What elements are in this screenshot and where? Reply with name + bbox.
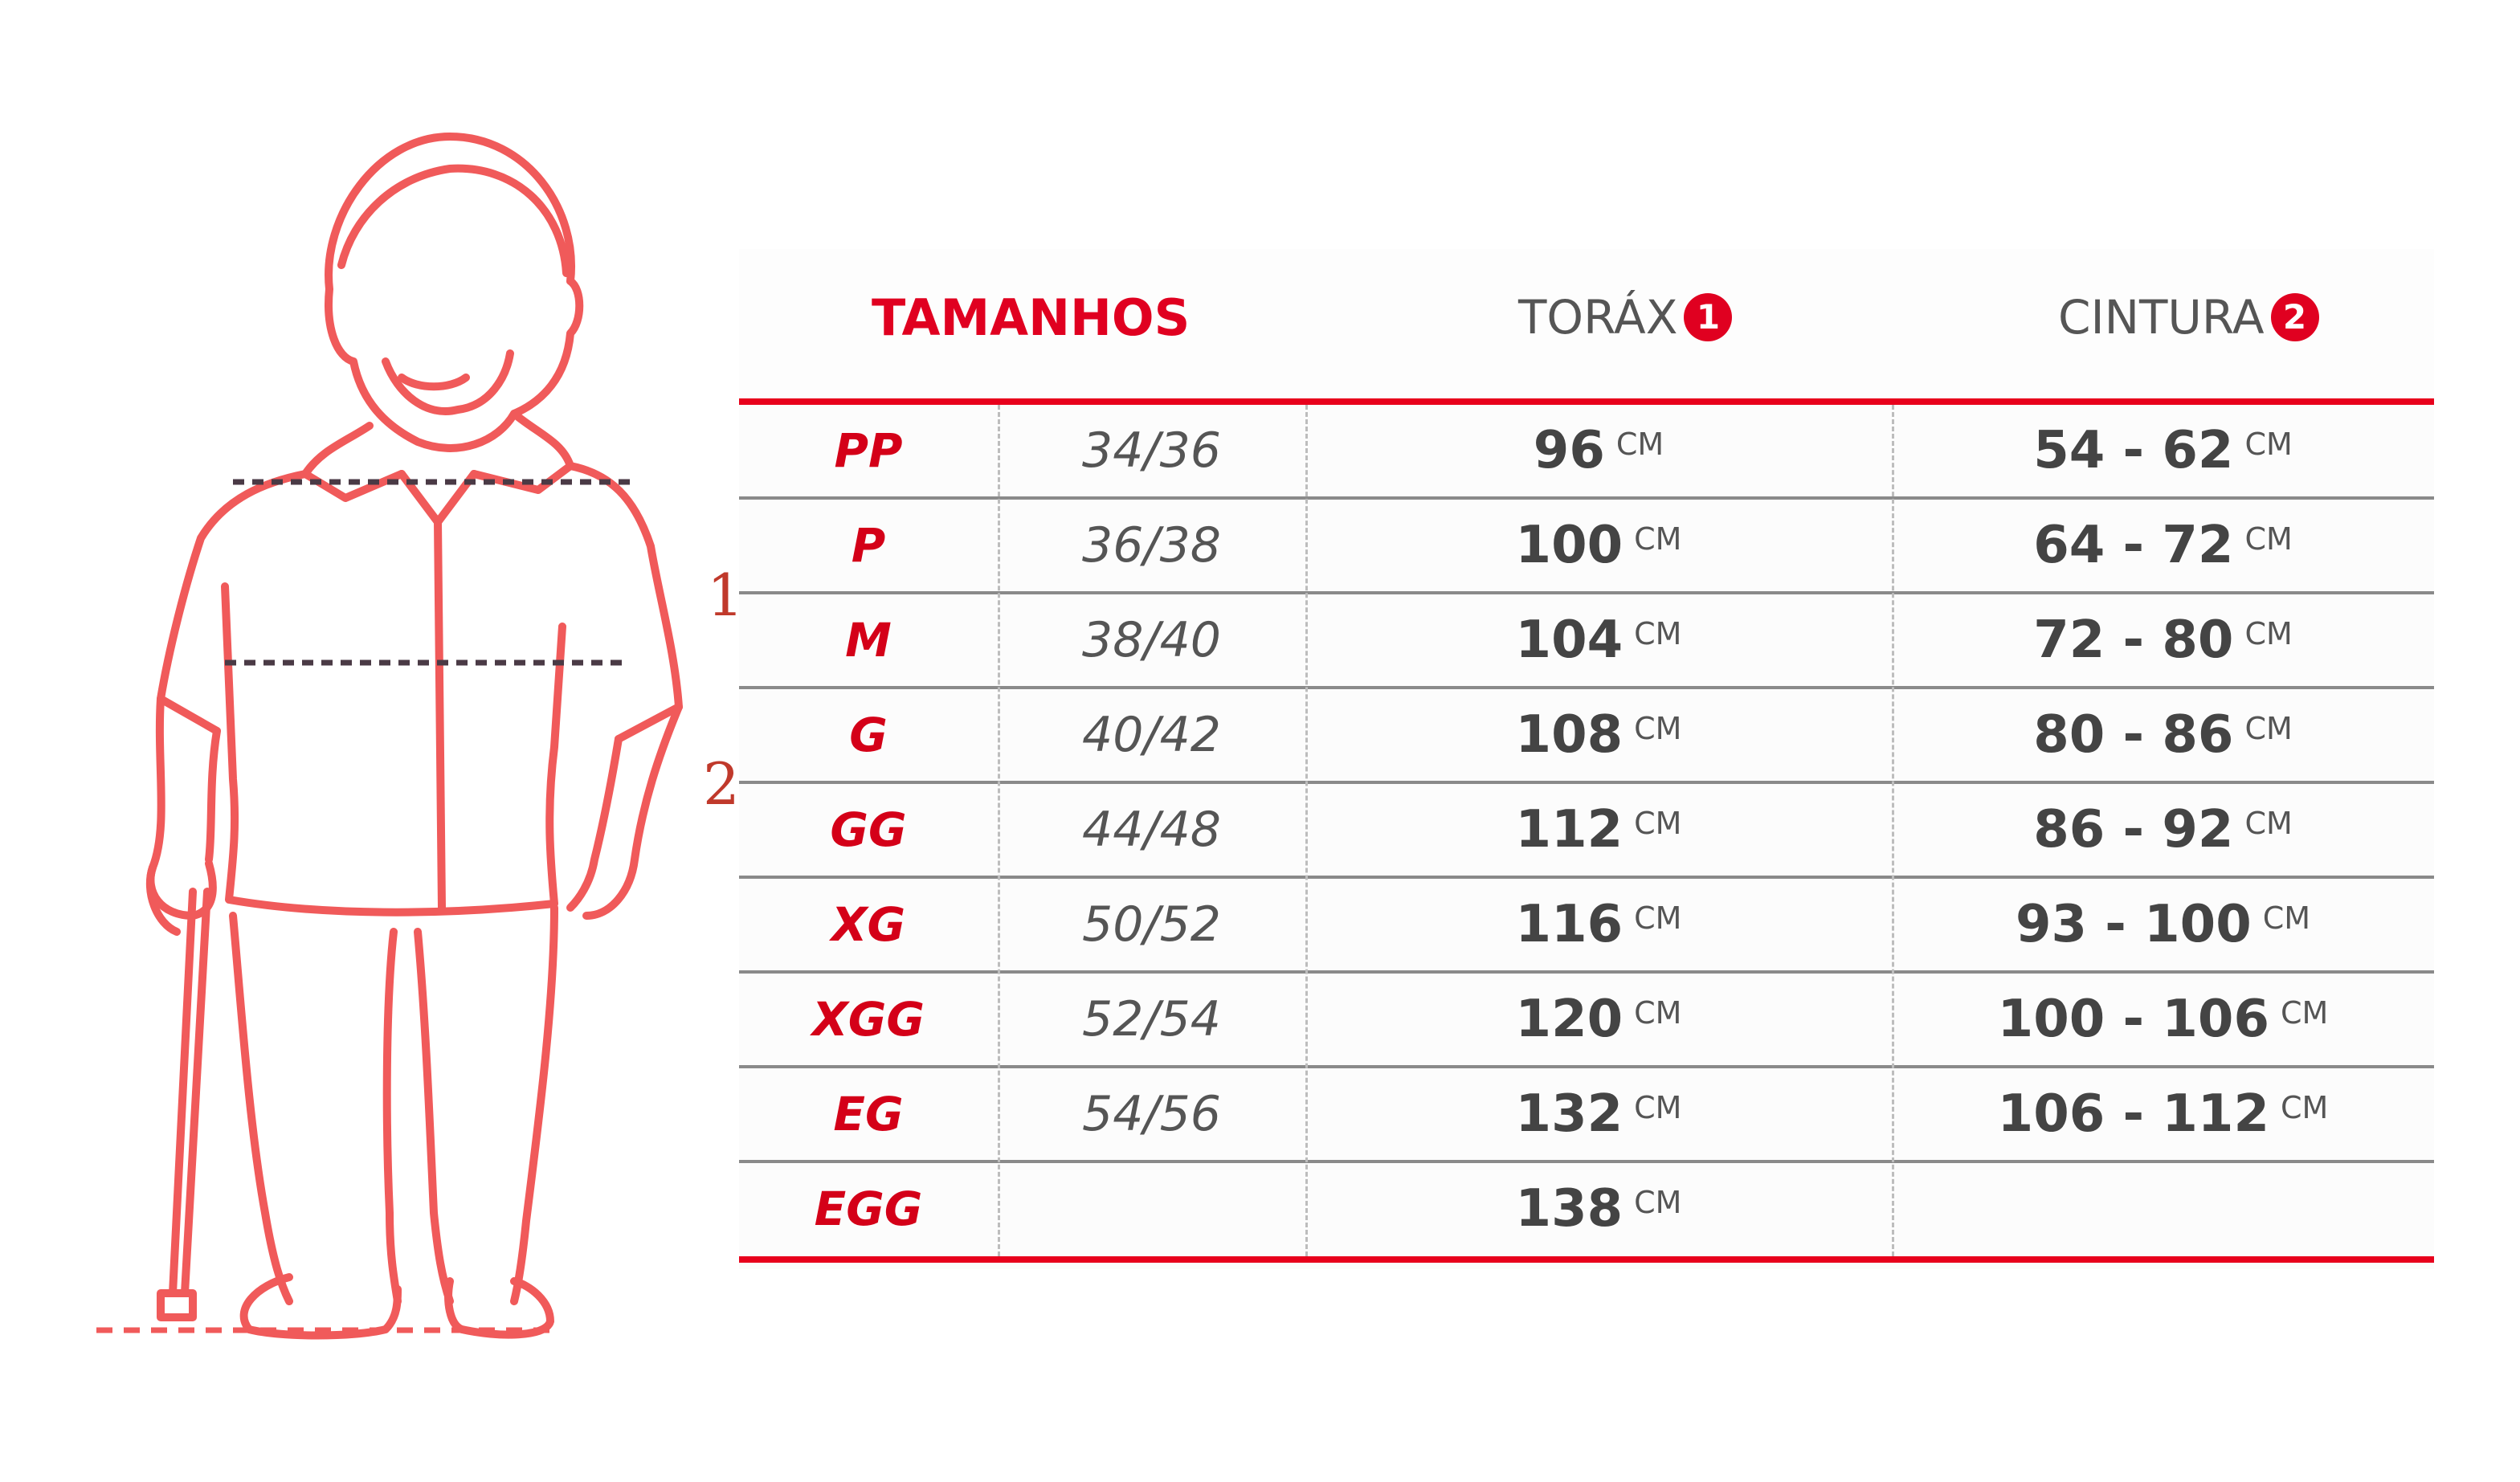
header-sizes-label: TAMANHOS <box>872 288 1191 347</box>
table-row: EG 54/56 132 CM 106 - 112 CM <box>739 1068 2434 1163</box>
waist-cell: 93 - 100 CM <box>1892 879 2434 970</box>
br-size-cell: 50/52 <box>1082 896 1221 953</box>
unit-label: CM <box>2280 1090 2329 1125</box>
br-size-cell: 54/56 <box>1082 1086 1221 1142</box>
waist-value: 80 - 86 <box>2033 705 2234 765</box>
chest-cell: 116 CM <box>1305 879 1892 970</box>
size-cell: XG <box>831 897 906 952</box>
size-cell: G <box>849 708 888 762</box>
chest-value: 100 <box>1515 516 1624 575</box>
size-cell: EGG <box>814 1182 923 1236</box>
unit-label: CM <box>1615 427 1664 462</box>
unit-label: CM <box>2244 711 2293 746</box>
unit-label: CM <box>2244 616 2293 651</box>
header-chest: TORÁX 1 <box>1518 290 1733 345</box>
waist-value: 54 - 62 <box>2033 421 2234 480</box>
column-divider <box>1892 405 1894 1256</box>
chest-cell: 108 CM <box>1305 689 1892 781</box>
size-table: TAMANHOS TORÁX 1 CINTURA 2 PP 34/36 96 CM… <box>739 249 2434 1269</box>
table-row: PP 34/36 96 CM 54 - 62 CM <box>739 405 2434 500</box>
waist-number-badge: 2 <box>2270 293 2319 341</box>
chest-value: 104 <box>1515 610 1624 670</box>
unit-label: CM <box>2244 806 2293 841</box>
waist-cell: 100 - 106 CM <box>1892 974 2434 1065</box>
br-size-cell: 44/48 <box>1082 802 1221 858</box>
chest-value: 116 <box>1515 895 1624 954</box>
chest-cell: 96 CM <box>1305 405 1892 496</box>
table-body: PP 34/36 96 CM 54 - 62 CM P 36/38 100 CM 64… <box>739 405 2434 1256</box>
br-size-cell: 52/54 <box>1082 991 1221 1047</box>
size-cell: PP <box>834 423 903 478</box>
unit-label: CM <box>1634 1185 1682 1220</box>
table-row: GG 44/48 112 CM 86 - 92 CM <box>739 784 2434 879</box>
waist-cell: 54 - 62 CM <box>1892 405 2434 496</box>
chest-cell: 100 CM <box>1305 500 1892 591</box>
br-size-cell: 40/42 <box>1082 707 1221 763</box>
waist-cell: 106 - 112 CM <box>1892 1068 2434 1160</box>
column-divider <box>998 405 1000 1256</box>
chest-value: 132 <box>1515 1084 1624 1144</box>
table-row: XGG 52/54 120 CM 100 - 106 CM <box>739 974 2434 1068</box>
header-waist-label: CINTURA <box>2058 290 2265 345</box>
chest-value: 138 <box>1515 1179 1624 1239</box>
measure-marker-1: 1 <box>707 561 744 629</box>
chest-cell: 132 CM <box>1305 1068 1892 1160</box>
chest-value: 96 <box>1533 421 1605 480</box>
unit-label: CM <box>1634 521 1682 557</box>
size-cell: XGG <box>812 992 925 1047</box>
waist-value: 106 - 112 <box>1997 1084 2269 1144</box>
unit-label: CM <box>1634 806 1682 841</box>
unit-label: CM <box>2262 900 2311 936</box>
header-chest-label: TORÁX <box>1518 290 1678 345</box>
unit-label: CM <box>2280 995 2329 1031</box>
waist-value: 64 - 72 <box>2033 516 2234 575</box>
size-cell: M <box>845 613 892 668</box>
chest-value: 108 <box>1515 705 1624 765</box>
table-row: M 38/40 104 CM 72 - 80 CM <box>739 594 2434 689</box>
chest-cell: 112 CM <box>1305 784 1892 876</box>
chest-cell: 138 CM <box>1305 1163 1892 1255</box>
unit-label: CM <box>1634 1090 1682 1125</box>
waist-cell: 64 - 72 CM <box>1892 500 2434 591</box>
size-cell: P <box>851 518 886 573</box>
br-size-cell <box>998 1163 1305 1255</box>
size-cell: GG <box>830 802 907 857</box>
waist-cell <box>1892 1163 2434 1255</box>
waist-value: 72 - 80 <box>2033 610 2234 670</box>
chest-value: 120 <box>1515 990 1624 1049</box>
waist-value: 93 - 100 <box>2015 895 2252 954</box>
elderly-man-figure: 1 2 <box>80 120 744 1357</box>
chest-number-badge: 1 <box>1684 293 1733 341</box>
unit-label: CM <box>1634 711 1682 746</box>
table-header: TAMANHOS TORÁX 1 CINTURA 2 <box>739 249 2434 402</box>
table-row: G 40/42 108 CM 80 - 86 CM <box>739 689 2434 784</box>
elderly-man-illustration <box>96 133 683 1340</box>
table-row: P 36/38 100 CM 64 - 72 CM <box>739 500 2434 594</box>
unit-label: CM <box>2244 521 2293 557</box>
br-size-cell: 38/40 <box>1082 612 1221 668</box>
waist-cell: 80 - 86 CM <box>1892 689 2434 781</box>
unit-label: CM <box>1634 616 1682 651</box>
header-sizes: TAMANHOS <box>872 293 1190 343</box>
size-cell: EG <box>833 1087 904 1141</box>
waist-value: 100 - 106 <box>1997 990 2269 1049</box>
br-size-cell: 34/36 <box>1082 423 1221 479</box>
header-waist: CINTURA 2 <box>2058 293 2319 341</box>
column-divider <box>1305 405 1308 1256</box>
waist-cell: 86 - 92 CM <box>1892 784 2434 876</box>
table-row: EGG 138 CM <box>739 1163 2434 1258</box>
unit-label: CM <box>1634 995 1682 1031</box>
table-row: XG 50/52 116 CM 93 - 100 CM <box>739 879 2434 974</box>
table-bottom-border <box>739 1256 2434 1263</box>
waist-cell: 72 - 80 CM <box>1892 594 2434 686</box>
header-divider <box>739 398 2434 405</box>
unit-label: CM <box>2244 427 2293 462</box>
unit-label: CM <box>1634 900 1682 936</box>
chest-cell: 120 CM <box>1305 974 1892 1065</box>
chest-cell: 104 CM <box>1305 594 1892 686</box>
waist-value: 86 - 92 <box>2033 800 2234 859</box>
br-size-cell: 36/38 <box>1082 517 1221 574</box>
chest-value: 112 <box>1515 800 1624 859</box>
measure-marker-2: 2 <box>703 750 740 818</box>
